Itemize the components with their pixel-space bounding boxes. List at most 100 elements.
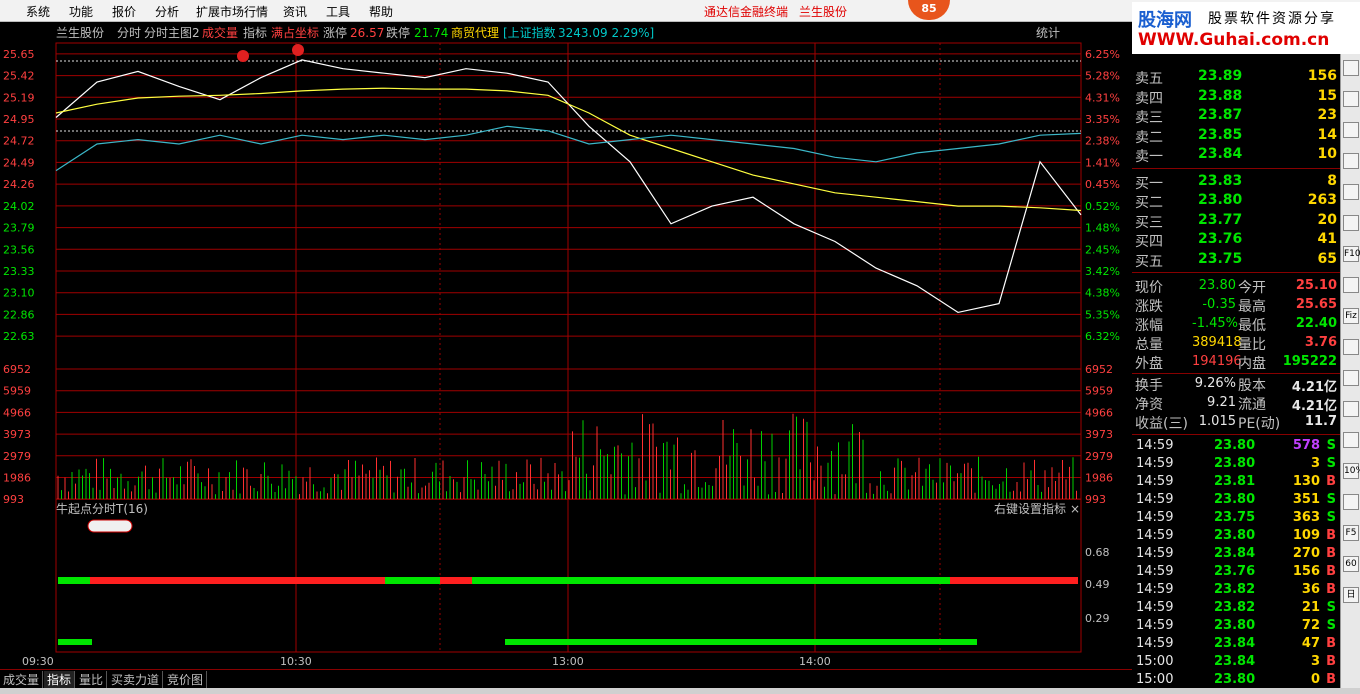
quote-row: 涨幅 -1.45% 最低 22.40 (1132, 315, 1340, 334)
percent-tick-label: 3.42% (1085, 265, 1120, 278)
pen-icon[interactable] (1343, 494, 1359, 510)
fiz-icon[interactable]: Fiz (1343, 308, 1359, 324)
tick-volume: 130 (1292, 474, 1320, 489)
price-tick-label: 23.10 (3, 287, 35, 300)
sector-link[interactable]: 商贸代理 (451, 25, 499, 40)
quote-value: -0.35 (1202, 297, 1236, 312)
stats-button[interactable]: 统计 (1036, 26, 1060, 40)
tick-price: 23.80 (1214, 438, 1256, 453)
tab-volume[interactable]: 成交量 (0, 671, 44, 688)
quote-value-2: 4.21亿 (1291, 399, 1337, 414)
refresh-icon[interactable] (1343, 370, 1359, 386)
bid-volume: 20 (1317, 211, 1337, 228)
tick-price: 23.75 (1214, 510, 1256, 525)
menu-function[interactable]: 功能 (69, 3, 93, 20)
percent-icon[interactable]: 10% (1343, 463, 1360, 479)
bid-price: 23.83 (1198, 172, 1243, 189)
volume-tick-label-right: 2979 (1085, 450, 1113, 463)
ask-row[interactable]: 卖五 23.89 156 (1132, 68, 1340, 87)
quote-label-2: PE(动) (1238, 416, 1281, 432)
tick-price: 23.81 (1214, 474, 1256, 489)
f6-icon[interactable]: 60 (1343, 556, 1359, 572)
menu-news[interactable]: 资讯 (283, 3, 307, 20)
indicator-hint[interactable]: 右键设置指标 (994, 501, 1066, 516)
signal-marker-2 (292, 44, 304, 56)
tick-time: 14:59 (1136, 564, 1174, 579)
arrow-up-icon[interactable] (1343, 60, 1359, 76)
fund-icon[interactable] (1343, 184, 1359, 200)
menu-ext-market[interactable]: 扩展市场行情 (196, 3, 268, 20)
indicator-tick-label: 0.29 (1085, 612, 1110, 625)
tick-time: 14:59 (1136, 582, 1174, 597)
header-item-timeshare[interactable]: 分时 (117, 26, 141, 40)
bid-row[interactable]: 买三 23.77 20 (1132, 212, 1340, 231)
signal-band-segment (950, 577, 1078, 584)
bid-label: 买四 (1135, 234, 1163, 250)
ask-row[interactable]: 卖一 23.84 10 (1132, 146, 1340, 165)
menu-analysis[interactable]: 分析 (155, 3, 179, 20)
percent-tick-label: 0.45% (1085, 178, 1120, 191)
bid-label: 买五 (1135, 253, 1163, 270)
tab-indicator[interactable]: 指标 (44, 671, 76, 688)
tick-volume: 0 (1310, 672, 1320, 687)
menu-system[interactable]: 系统 (26, 3, 50, 20)
ask-row[interactable]: 卖三 23.87 23 (1132, 107, 1340, 126)
indicator-close-icon[interactable]: × (1070, 502, 1080, 516)
signal-strip-segment (505, 639, 977, 645)
divider (1132, 373, 1340, 374)
tick-row: 14:59 23.80 109 B (1132, 528, 1340, 546)
quote-row: 总量 389418 量比 3.76 (1132, 334, 1340, 353)
bar-icon[interactable] (1343, 432, 1359, 448)
header-item-main2[interactable]: 分时主图2 (144, 26, 200, 40)
menu-tools[interactable]: 工具 (326, 3, 350, 20)
tick-time: 14:59 (1136, 528, 1174, 543)
price-tick-label: 24.02 (3, 200, 35, 213)
tick-volume: 270 (1292, 546, 1320, 561)
header-item-indicator[interactable]: 指标 (243, 25, 267, 40)
quote-label: 涨幅 (1135, 318, 1163, 334)
ask-row[interactable]: 卖二 23.85 14 (1132, 127, 1340, 146)
trend-icon[interactable] (1343, 401, 1359, 417)
volume-tick-label: 3973 (3, 428, 31, 441)
header-item-volume[interactable]: 成交量 (202, 25, 238, 40)
indicator-name[interactable]: 牛起点分时T(16) (56, 501, 148, 516)
quote-label-2: 今开 (1238, 280, 1266, 296)
bid-row[interactable]: 买五 23.75 65 (1132, 251, 1340, 270)
bid-row[interactable]: 买四 23.76 41 (1132, 231, 1340, 250)
ask-price: 23.88 (1198, 87, 1243, 104)
chart-icon[interactable] (1343, 122, 1359, 138)
intraday-chart[interactable]: 兰生股份 分时 分时主图2 成交量 指标 满占坐标 涨停 26.57 跌停 21… (0, 22, 1132, 668)
f10-icon[interactable]: F10 (1343, 246, 1360, 262)
bid-row[interactable]: 买一 23.83 8 (1132, 173, 1340, 192)
limit-down-value: 21.74 (414, 26, 448, 40)
watermark: 股海网 股票软件资源分享 WWW.Guhai.com.cn (1132, 2, 1360, 54)
menu-quote[interactable]: 报价 (112, 3, 136, 20)
tab-volume-ratio[interactable]: 量比 (76, 671, 108, 688)
quote-value-2: 22.40 (1295, 316, 1337, 331)
status-bar (0, 688, 1360, 694)
info-icon[interactable] (1343, 277, 1359, 293)
time-tick-label: 09:30 (22, 655, 54, 668)
score-badge[interactable]: 85 (908, 0, 950, 20)
tick-time: 14:59 (1136, 510, 1174, 525)
quote-label: 换手 (1135, 378, 1163, 394)
tick-price: 23.82 (1214, 582, 1256, 597)
ask-row[interactable]: 卖四 23.88 15 (1132, 88, 1340, 107)
candle-icon[interactable] (1343, 153, 1359, 169)
f5-icon[interactable]: F5 (1343, 525, 1359, 541)
menu-help[interactable]: 帮助 (369, 3, 393, 20)
arrow-down-icon[interactable] (1343, 91, 1359, 107)
tick-row: 14:59 23.82 36 B (1132, 582, 1340, 600)
calendar-icon[interactable]: 日 (1343, 587, 1359, 603)
pie-icon[interactable] (1343, 339, 1359, 355)
tab-auction[interactable]: 竞价图 (164, 671, 208, 688)
tick-side: S (1326, 456, 1336, 471)
volume-tick-label: 1986 (3, 472, 31, 485)
grid-icon[interactable] (1343, 215, 1359, 231)
tab-buy-sell-power[interactable]: 买卖力道 (108, 671, 164, 688)
full-coord-toggle[interactable]: 满占坐标 (271, 25, 319, 40)
divider (1132, 167, 1340, 169)
bid-label: 买二 (1135, 195, 1163, 211)
tick-volume: 351 (1292, 492, 1320, 507)
bid-row[interactable]: 买二 23.80 263 (1132, 192, 1340, 211)
